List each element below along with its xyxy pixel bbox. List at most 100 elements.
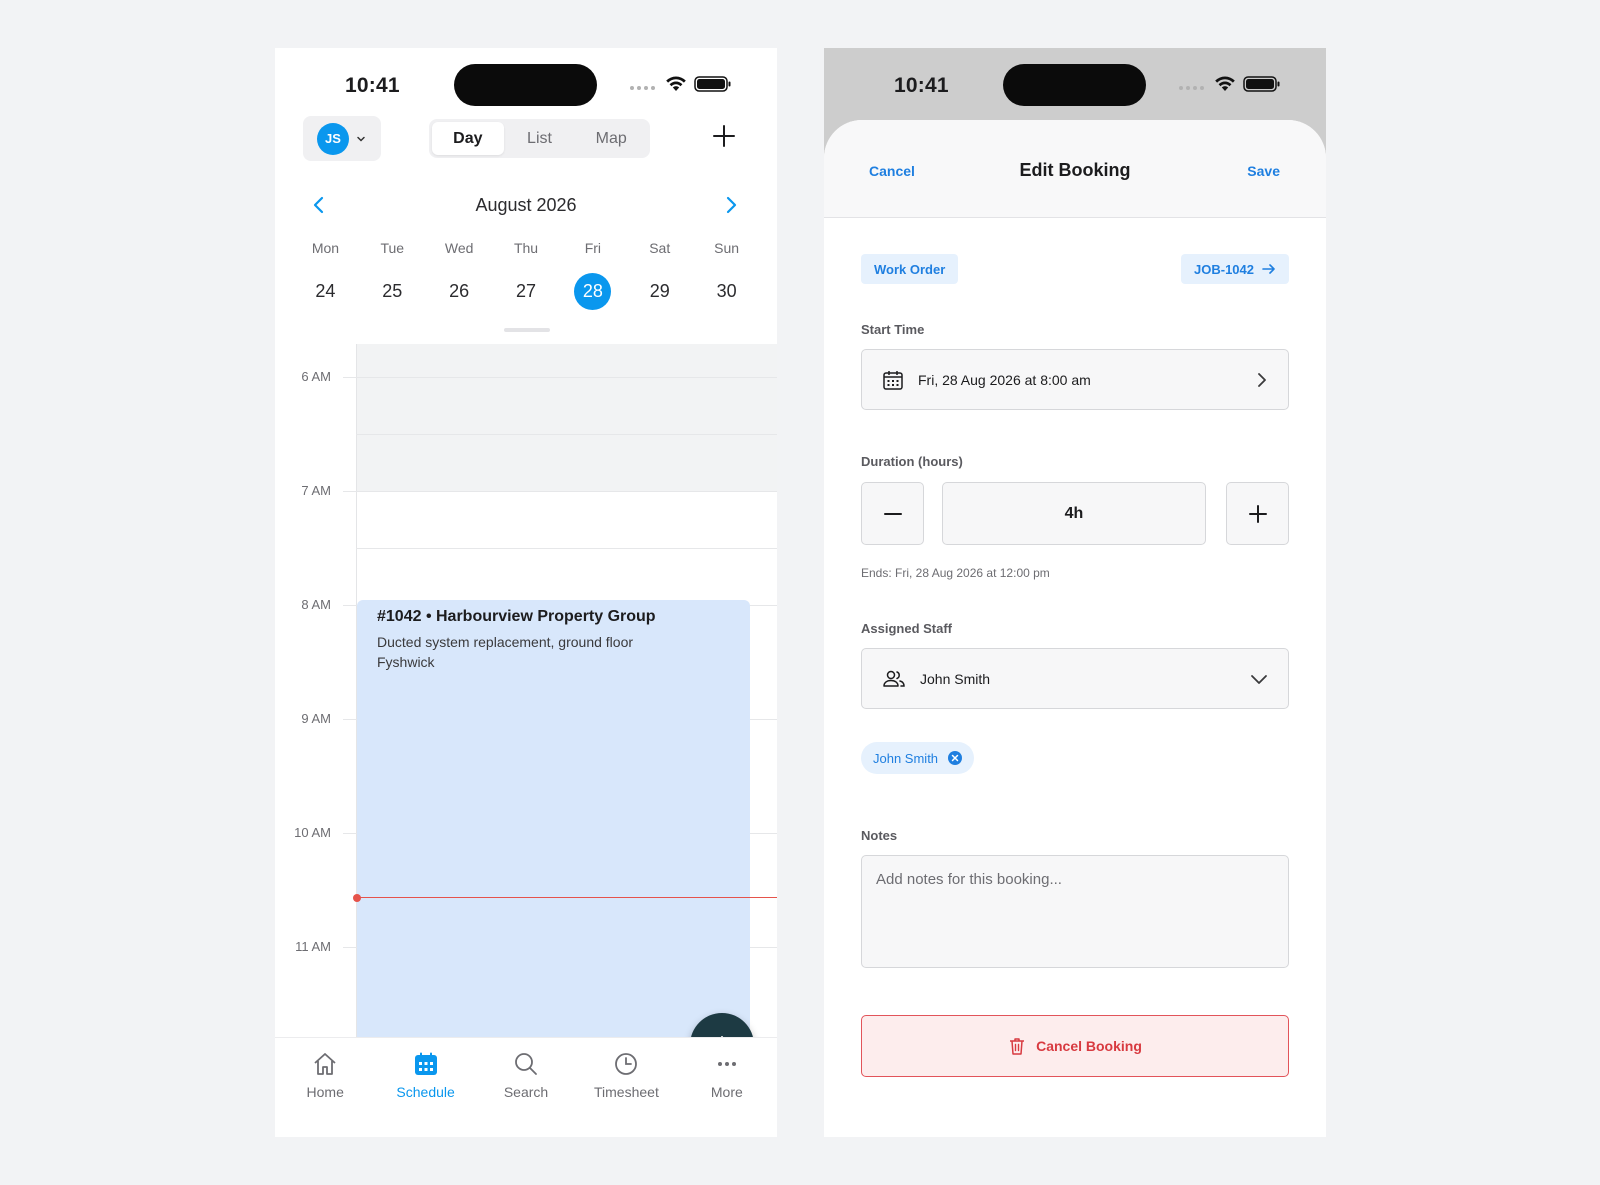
add-icon[interactable] <box>712 124 736 148</box>
calendar-icon <box>414 1052 437 1075</box>
tab-day[interactable]: Day <box>432 122 504 155</box>
cancel-booking-label: Cancel Booking <box>1036 1038 1142 1054</box>
dynamic-island <box>454 64 597 106</box>
tab-label: Timesheet <box>594 1084 659 1100</box>
signal-icon <box>1179 86 1204 90</box>
tab-map[interactable]: Map <box>575 122 647 155</box>
chevron-down-icon <box>1251 674 1267 684</box>
event-title: #1042 • Harbourview Property Group <box>377 608 656 625</box>
end-time-hint: Ends: Fri, 28 Aug 2026 at 12:00 pm <box>861 566 1050 580</box>
clock-icon <box>615 1053 638 1075</box>
tab-home[interactable]: Home <box>275 1050 375 1137</box>
duration-value[interactable]: 4h <box>942 482 1206 545</box>
date-cell[interactable]: 30 <box>693 272 760 310</box>
chevron-down-icon <box>357 136 365 142</box>
wifi-icon <box>666 76 686 91</box>
date-number: 30 <box>716 280 737 301</box>
current-time-line <box>357 897 777 898</box>
start-time-label: Start Time <box>861 322 925 337</box>
avatar: JS <box>317 122 349 155</box>
start-time-field[interactable]: Fri, 28 Aug 2026 at 8:00 am <box>861 349 1289 410</box>
weekday-label: Sun <box>714 240 740 256</box>
duration-decrease-button[interactable] <box>861 482 924 545</box>
remove-tag-button[interactable] <box>948 751 963 765</box>
job-link-label: JOB-1042 <box>1194 261 1254 277</box>
date-cell[interactable]: 29 <box>626 272 693 310</box>
status-time: 10:41 <box>894 74 949 97</box>
hour-label: 8 AM <box>301 597 331 612</box>
bottom-tab-bar: Home Schedule Search Timesheet More <box>275 1037 777 1137</box>
job-link-button[interactable]: JOB-1042 <box>1181 254 1289 284</box>
work-order-badge: Work Order <box>861 254 959 284</box>
date-cell[interactable]: 26 <box>426 272 493 310</box>
badge-label: Work Order <box>874 261 946 277</box>
more-icon <box>717 1062 736 1066</box>
hour-label: 11 AM <box>295 939 331 954</box>
sheet-header: Cancel Edit Booking Save <box>824 120 1326 218</box>
assigned-staff-select[interactable]: John Smith <box>861 648 1289 709</box>
tab-schedule[interactable]: Schedule <box>375 1050 475 1137</box>
date-cell-selected[interactable]: 28 <box>559 272 626 310</box>
minus-icon <box>883 512 902 515</box>
hour-label: 6 AM <box>301 369 331 384</box>
hour-line <box>343 491 777 492</box>
weekday-header: Mon Tue Wed Thu Fri Sat Sun <box>292 240 760 256</box>
tab-search[interactable]: Search <box>476 1050 576 1137</box>
tab-label: More <box>710 1084 743 1100</box>
date-cell[interactable]: 27 <box>493 272 560 310</box>
date-number: 28 <box>574 272 612 310</box>
hour-label: 9 AM <box>301 711 331 726</box>
event-description: Ducted system replacement, ground floor <box>377 634 634 650</box>
month-navigator: August 2026 <box>275 191 777 221</box>
tab-label: Schedule <box>396 1084 455 1100</box>
duration-increase-button[interactable] <box>1226 482 1289 545</box>
date-cell[interactable]: 24 <box>292 272 359 310</box>
half-hour-line <box>356 434 777 435</box>
tab-list[interactable]: List <box>504 122 576 155</box>
users-icon <box>883 670 905 687</box>
chevron-right-icon[interactable] <box>724 196 738 214</box>
save-button[interactable]: Save <box>1247 163 1280 179</box>
weekday-label: Thu <box>513 240 539 256</box>
date-number: 24 <box>315 280 336 301</box>
date-cell[interactable]: 25 <box>359 272 426 310</box>
tab-more[interactable]: More <box>677 1050 777 1137</box>
user-switcher[interactable]: JS <box>303 116 381 161</box>
month-title: August 2026 <box>475 195 577 215</box>
signal-icon <box>630 86 655 90</box>
weekday-label: Mon <box>311 240 340 256</box>
event-location: Fyshwick <box>377 654 435 670</box>
off-hours-shade <box>356 344 777 491</box>
notes-textarea[interactable]: Add notes for this booking... <box>861 855 1289 968</box>
date-number: 29 <box>649 280 670 301</box>
status-bar: 10:41 <box>824 48 1326 120</box>
tab-timesheet[interactable]: Timesheet <box>576 1050 676 1137</box>
schedule-screen: 10:41 JS Day List Map August 2026 Mon Tu… <box>275 48 777 1137</box>
status-bar: 10:41 <box>275 48 777 120</box>
date-number: 25 <box>382 280 403 301</box>
hour-line <box>343 377 777 378</box>
assigned-staff-label: Assigned Staff <box>861 621 953 636</box>
weekday-label: Tue <box>380 240 405 256</box>
tab-label: Search <box>503 1084 549 1100</box>
battery-icon <box>1243 76 1280 92</box>
drag-handle[interactable] <box>504 328 550 332</box>
week-dates: 24 25 26 27 28 29 30 <box>292 272 760 310</box>
chevron-right-icon <box>1258 372 1266 387</box>
calendar-icon <box>883 370 903 390</box>
weekday-label: Wed <box>444 240 474 256</box>
notes-label: Notes <box>861 828 898 843</box>
cancel-booking-button[interactable]: Cancel Booking <box>861 1015 1289 1077</box>
booking-event[interactable]: #1042 • Harbourview Property Group Ducte… <box>357 600 750 1037</box>
edit-booking-sheet: Cancel Edit Booking Save Work Order JOB-… <box>824 120 1326 1137</box>
home-icon <box>314 1053 336 1075</box>
start-time-value: Fri, 28 Aug 2026 at 8:00 am <box>918 371 1091 388</box>
date-number: 27 <box>515 280 537 301</box>
plus-icon <box>1248 504 1267 523</box>
day-timeline: 6 AM 7 AM 8 AM 9 AM 10 AM 11 AM #1042 • … <box>275 344 777 1077</box>
duration-label: Duration (hours) <box>861 454 963 469</box>
search-icon <box>515 1053 537 1075</box>
tab-label: Home <box>306 1084 344 1100</box>
staff-tag-label: John Smith <box>873 750 939 766</box>
hour-label: 7 AM <box>301 483 331 498</box>
